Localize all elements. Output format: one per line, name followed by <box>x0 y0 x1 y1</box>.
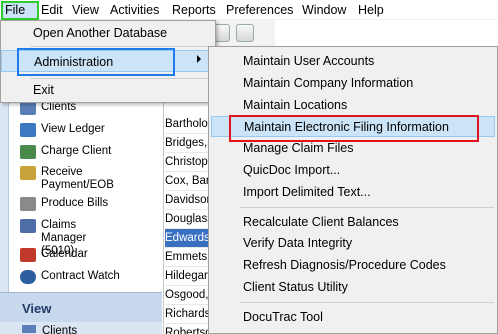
menu-activities[interactable]: Activities <box>110 2 159 18</box>
submenu-item-maintain-user-accounts[interactable]: Maintain User Accounts <box>211 51 495 72</box>
sidebar-item-label: Calendar <box>41 248 88 260</box>
sidebar-item-produce-bills[interactable]: Produce Bills <box>20 197 108 211</box>
sidebar-item-view-ledger[interactable]: View Ledger <box>20 123 105 137</box>
clients-icon <box>22 325 36 333</box>
view-item-clients[interactable]: Clients <box>22 325 77 334</box>
menu-file[interactable]: File <box>5 2 25 18</box>
menu-separator <box>30 78 213 79</box>
ledger-icon <box>20 123 36 137</box>
sidebar-item-label: Contract Watch <box>41 270 120 282</box>
menu-item-exit[interactable]: Exit <box>1 80 213 100</box>
client-list-row[interactable]: Douglass <box>165 210 211 229</box>
client-list-row[interactable]: Robertso <box>165 324 211 334</box>
submenu-item-recalculate-client-balances[interactable]: Recalculate Client Balances <box>211 212 495 233</box>
sidebar-item-label: Charge Client <box>41 145 112 157</box>
submenu-item-maintain-company-information[interactable]: Maintain Company Information <box>211 73 495 94</box>
menu-help[interactable]: Help <box>358 2 384 18</box>
clients-icon <box>20 101 36 115</box>
client-list-row[interactable]: Edwards, <box>165 229 211 248</box>
client-list-row[interactable]: Cox, Barb <box>165 172 211 191</box>
sidebar-item-calendar[interactable]: Calendar <box>20 248 88 262</box>
submenu-item-client-status-utility[interactable]: Client Status Utility <box>211 277 495 298</box>
sidebar-item-label: Produce Bills <box>41 197 109 209</box>
submenu-item-quicdoc-import[interactable]: QuicDoc Import... <box>211 160 495 181</box>
calendar-icon <box>20 248 36 262</box>
menu-item-open-another-database[interactable]: Open Another Database <box>1 22 213 44</box>
menu-separator <box>240 301 494 303</box>
payment-icon <box>20 166 36 180</box>
submenu-item-import-delimited-text[interactable]: Import Delimited Text... <box>211 182 495 203</box>
sidebar-item-receive-payment[interactable]: Receive Payment/EOB <box>20 166 114 192</box>
sidebar-item-clients[interactable]: Clients <box>20 101 76 115</box>
client-list-row[interactable]: Bridges, I <box>165 134 211 153</box>
contract-watch-icon <box>20 270 36 284</box>
submenu-item-docutrac-tool[interactable]: DocuTrac Tool <box>211 307 495 328</box>
submenu-item-refresh-diagnosis-procedure-codes[interactable]: Refresh Diagnosis/Procedure Codes <box>211 255 495 276</box>
client-list-row[interactable]: Davidsor <box>165 191 211 210</box>
client-list-row[interactable]: Richards <box>165 305 211 324</box>
administration-highlight-box <box>17 48 175 76</box>
client-list-row[interactable]: Osgood, <box>165 286 211 305</box>
client-list-row[interactable]: Emmets, <box>165 248 211 267</box>
menu-edit[interactable]: Edit <box>41 2 63 18</box>
submenu-item-verify-data-integrity[interactable]: Verify Data Integrity <box>211 233 495 254</box>
submenu-item-maintain-locations[interactable]: Maintain Locations <box>211 95 495 116</box>
view-section-header[interactable]: View <box>0 292 162 322</box>
menu-separator <box>30 46 213 47</box>
bills-icon <box>20 197 36 211</box>
menu-window[interactable]: Window <box>302 2 346 18</box>
sidebar-item-label: Receive Payment/EOB <box>41 166 114 191</box>
menu-view[interactable]: View <box>72 2 99 18</box>
sidebar-item-label: View Ledger <box>41 123 105 135</box>
sidebar-item-contract-watch[interactable]: Contract Watch <box>20 270 120 284</box>
efiling-highlight-box <box>229 115 479 142</box>
client-list-row[interactable]: Christoph <box>165 153 211 172</box>
view-header-label: View <box>22 301 52 316</box>
menu-preferences[interactable]: Preferences <box>226 2 293 18</box>
printer-icon[interactable] <box>236 24 254 42</box>
menu-reports[interactable]: Reports <box>172 2 216 18</box>
menu-bar: File Edit View Activities Reports Prefer… <box>0 0 498 20</box>
client-list-row[interactable]: Hildegard <box>165 267 211 286</box>
view-item-label: Clients <box>42 325 78 334</box>
client-list-row[interactable]: Bartholo <box>165 115 211 134</box>
menu-separator <box>240 206 494 208</box>
claims-icon <box>20 219 36 233</box>
charge-icon <box>20 145 36 159</box>
submenu-arrow-icon <box>197 55 201 63</box>
sidebar-item-charge-client[interactable]: Charge Client <box>20 145 111 159</box>
